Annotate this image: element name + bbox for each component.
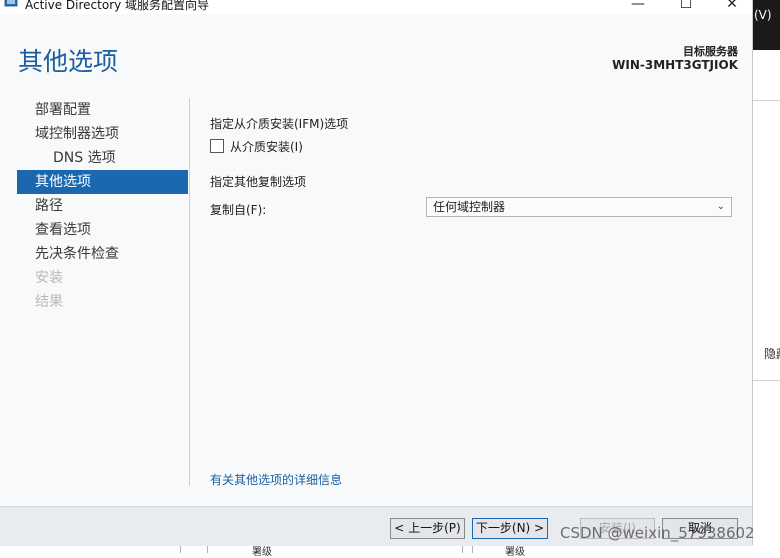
nav-item-installation: 安装 [35,270,63,286]
nav-item-deployment[interactable]: 部署配置 [17,98,188,122]
background-strip-separator [462,545,463,553]
nav-divider [189,98,190,486]
replicate-from-dropdown[interactable]: 任何域控制器 ⌄ [426,197,732,217]
nav-item-results: 结果 [35,294,63,310]
nav-item-paths[interactable]: 路径 [17,194,188,218]
background-hide-label[interactable]: 隐藏 [764,345,780,362]
close-button[interactable]: ✕ [712,0,752,14]
more-info-link[interactable]: 有关其他选项的详细信息 [210,471,342,488]
ifm-checkbox-row[interactable]: 从介质安装(I) [210,138,303,154]
nav-item-dc-options[interactable]: 域控制器选项 [17,122,188,146]
ifm-checkbox[interactable] [210,139,224,153]
background-strip-separator [207,545,208,553]
nav-item-additional-options[interactable]: 其他选项 [17,170,188,194]
nav-item-dns-options[interactable]: DNS 选项 [17,146,188,170]
background-strip: 署级 署级 [0,545,780,558]
nav-item-review-options[interactable]: 查看选项 [17,218,188,242]
minimize-button[interactable]: — [618,0,658,14]
previous-button[interactable]: < 上一步(P) [390,518,465,539]
replicate-from-value: 任何域控制器 [433,200,506,214]
chevron-down-icon: ⌄ [716,201,725,212]
target-server-label: 目标服务器 [683,45,738,58]
window-title: Active Directory 域服务配置向导 [25,0,210,12]
target-server-name: WIN-3MHT3GTJIOK [612,58,738,72]
background-divider [752,100,780,101]
background-strip-separator [472,545,473,553]
ifm-checkbox-label[interactable]: 从介质安装(I) [230,138,303,155]
active-directory-icon [4,0,18,7]
ifm-section-heading: 指定从介质安装(IFM)选项 [210,117,349,131]
csdn-watermark: CSDN @weixin_57938602 [560,524,755,542]
wizard-window: Active Directory 域服务配置向导 — ☐ ✕ 其他选项 目标服务… [0,0,753,546]
nav-item-prerequisites-check[interactable]: 先决条件检查 [17,242,188,266]
wizard-navigation: 部署配置 域控制器选项 DNS 选项 其他选项 路径 查看选项 先决条件检查 安… [17,98,188,314]
page-title: 其他选项 [18,47,119,76]
title-bar: Active Directory 域服务配置向导 — ☐ ✕ [0,0,752,14]
next-button[interactable]: 下一步(N) > [472,518,548,539]
background-divider [752,380,780,381]
replication-section-heading: 指定其他复制选项 [210,175,307,189]
replicate-from-label: 复制自(F): [210,203,267,217]
background-topbar: (V) [752,0,780,50]
background-topbar-text: (V) [754,8,772,22]
background-strip-separator [180,545,181,553]
background-app: (V) 隐藏 [752,0,780,553]
maximize-button[interactable]: ☐ [666,0,706,14]
